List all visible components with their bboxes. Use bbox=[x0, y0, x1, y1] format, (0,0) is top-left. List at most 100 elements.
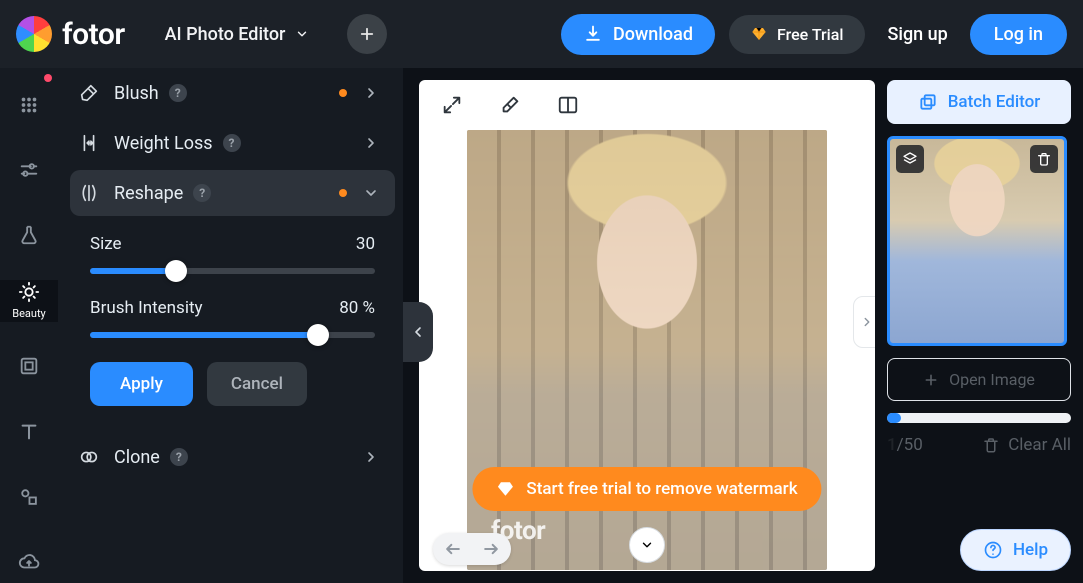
chevron-down-icon bbox=[295, 27, 309, 41]
rail-beauty-label: Beauty bbox=[12, 307, 46, 320]
apply-button[interactable]: Apply bbox=[90, 362, 193, 406]
start-trial-pill[interactable]: Start free trial to remove watermark bbox=[472, 467, 821, 511]
help-badge-icon[interactable]: ? bbox=[170, 448, 188, 466]
help-badge-icon[interactable]: ? bbox=[169, 84, 187, 102]
tool-clone[interactable]: Clone ? bbox=[70, 434, 395, 480]
top-bar: fotor AI Photo Editor Download Free Tria… bbox=[0, 0, 1083, 68]
layers-icon bbox=[902, 151, 918, 167]
image-count-current: 1 bbox=[887, 435, 897, 455]
editor-mode-label: AI Photo Editor bbox=[165, 24, 286, 45]
clear-all-label: Clear All bbox=[1008, 435, 1071, 455]
help-badge-icon[interactable]: ? bbox=[193, 184, 211, 202]
premium-dot-icon bbox=[339, 89, 347, 97]
cloud-upload-icon bbox=[18, 551, 40, 573]
tool-blush-label: Blush bbox=[114, 83, 159, 104]
rail-cloud[interactable] bbox=[0, 542, 58, 583]
notification-dot-icon bbox=[44, 74, 52, 82]
image-thumbnail[interactable] bbox=[887, 136, 1067, 346]
brush-intensity-control: Brush Intensity 80 % bbox=[90, 298, 375, 338]
diamond-icon bbox=[496, 480, 514, 498]
help-badge-icon[interactable]: ? bbox=[223, 134, 241, 152]
editor-mode-dropdown[interactable]: AI Photo Editor bbox=[165, 24, 310, 45]
undo-icon[interactable] bbox=[443, 539, 463, 559]
open-image-button[interactable]: Open Image bbox=[887, 358, 1071, 401]
rail-text[interactable] bbox=[0, 411, 58, 452]
image-count-row: 1/50 Clear All bbox=[887, 435, 1071, 455]
elements-icon bbox=[18, 486, 40, 508]
clone-icon bbox=[78, 446, 100, 468]
rail-beauty[interactable]: Beauty bbox=[0, 280, 58, 321]
collapse-panel-button[interactable] bbox=[403, 302, 433, 362]
tool-blush[interactable]: Blush ? bbox=[70, 70, 395, 116]
reshape-icon bbox=[78, 182, 100, 204]
brush-value: 80 % bbox=[339, 298, 375, 318]
help-icon bbox=[983, 540, 1003, 560]
clear-all-button[interactable]: Clear All bbox=[982, 435, 1071, 455]
brush-slider[interactable] bbox=[90, 332, 375, 338]
size-control: Size 30 bbox=[90, 234, 375, 274]
log-in-button[interactable]: Log in bbox=[970, 14, 1067, 55]
text-icon bbox=[18, 421, 40, 443]
eraser-icon[interactable] bbox=[499, 94, 521, 116]
rail-templates[interactable] bbox=[0, 84, 58, 125]
rail-elements[interactable] bbox=[0, 476, 58, 517]
tool-weight-loss[interactable]: Weight Loss ? bbox=[70, 120, 395, 166]
reshape-controls: Size 30 Brush Intensity 80 % bbox=[70, 218, 395, 410]
compare-icon[interactable] bbox=[557, 94, 579, 116]
trial-pill-label: Start free trial to remove watermark bbox=[526, 479, 797, 499]
main: Beauty Blush ? Weight Loss ? Reshape ? bbox=[0, 68, 1083, 583]
left-rail: Beauty bbox=[0, 68, 58, 583]
grid-icon bbox=[18, 94, 40, 116]
thumbnails-scrollbar[interactable] bbox=[887, 413, 1071, 423]
cancel-button[interactable]: Cancel bbox=[207, 362, 307, 406]
download-label: Download bbox=[613, 24, 693, 45]
beauty-panel: Blush ? Weight Loss ? Reshape ? Size bbox=[58, 68, 403, 583]
chevron-right-icon bbox=[363, 135, 379, 151]
thumb-delete-button[interactable] bbox=[1030, 145, 1058, 173]
size-slider[interactable] bbox=[90, 268, 375, 274]
sign-up-link[interactable]: Sign up bbox=[879, 24, 955, 45]
weight-loss-icon bbox=[78, 132, 100, 154]
slider-thumb[interactable] bbox=[165, 260, 187, 282]
plus-icon bbox=[923, 372, 939, 388]
right-sidebar: Batch Editor Open Image 1/50 Clear All H… bbox=[883, 68, 1083, 583]
plus-icon bbox=[358, 25, 376, 43]
tool-clone-label: Clone bbox=[114, 447, 160, 468]
free-trial-button[interactable]: Free Trial bbox=[729, 15, 866, 54]
zoom-dropdown[interactable] bbox=[629, 527, 665, 563]
brand-logo[interactable]: fotor bbox=[16, 16, 125, 52]
batch-editor-label: Batch Editor bbox=[948, 92, 1041, 112]
trash-icon bbox=[982, 436, 1000, 454]
rail-frames[interactable] bbox=[0, 346, 58, 387]
brush-label: Brush Intensity bbox=[90, 298, 203, 318]
fit-screen-icon[interactable] bbox=[441, 94, 463, 116]
open-image-label: Open Image bbox=[949, 370, 1035, 389]
rail-ai-tools[interactable] bbox=[0, 215, 58, 256]
slider-thumb[interactable] bbox=[307, 324, 329, 346]
chevron-down-icon bbox=[363, 185, 379, 201]
redo-icon[interactable] bbox=[481, 539, 501, 559]
tool-reshape[interactable]: Reshape ? bbox=[70, 170, 395, 216]
premium-dot-icon bbox=[339, 189, 347, 197]
rail-adjust[interactable] bbox=[0, 149, 58, 190]
thumb-layers-button[interactable] bbox=[896, 145, 924, 173]
free-trial-label: Free Trial bbox=[777, 25, 844, 44]
fotor-logo-icon bbox=[16, 16, 52, 52]
undo-redo-pill bbox=[433, 533, 511, 565]
canvas: fotor Start free trial to remove waterma… bbox=[419, 80, 875, 571]
brand-text: fotor bbox=[62, 17, 125, 52]
blush-icon bbox=[78, 82, 100, 104]
batch-editor-button[interactable]: Batch Editor bbox=[887, 80, 1071, 124]
download-button[interactable]: Download bbox=[561, 14, 715, 55]
download-icon bbox=[583, 24, 603, 44]
chevron-down-icon bbox=[640, 538, 654, 552]
expand-right-button[interactable] bbox=[853, 296, 875, 348]
help-button[interactable]: Help bbox=[960, 529, 1071, 571]
new-button[interactable] bbox=[347, 14, 387, 54]
slider-fill bbox=[90, 332, 318, 338]
size-value: 30 bbox=[356, 234, 375, 254]
canvas-image-area[interactable]: fotor Start free trial to remove waterma… bbox=[419, 130, 875, 571]
beauty-icon bbox=[18, 281, 40, 303]
tool-reshape-label: Reshape bbox=[114, 183, 183, 204]
chevron-right-icon bbox=[363, 85, 379, 101]
